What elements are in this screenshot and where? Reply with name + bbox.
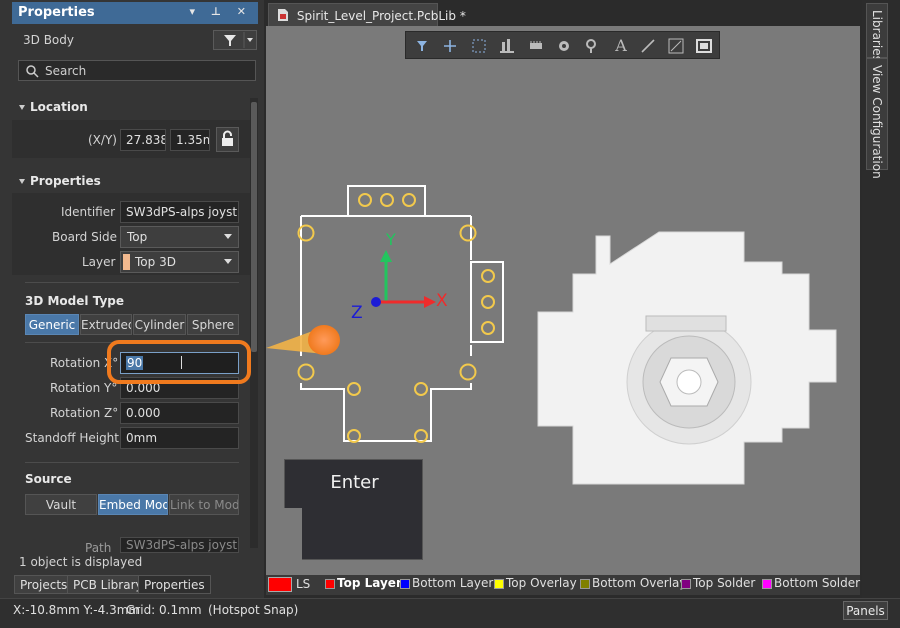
path-field[interactable]: SW3dPS-alps joystick	[120, 537, 239, 553]
filter-button[interactable]	[213, 30, 257, 50]
board-side-value: Top	[127, 230, 148, 244]
crosshair-tool-icon[interactable]	[440, 36, 460, 56]
model-type-generic[interactable]: Generic	[25, 314, 79, 335]
keypress-label: Enter	[330, 472, 379, 493]
cone-pointer-tip	[308, 325, 340, 355]
filter-icon	[224, 32, 253, 48]
cursor-coordinates: X:-10.8mm Y:-4.3mm	[13, 603, 141, 617]
via-tool-icon[interactable]	[582, 36, 602, 56]
document-tab[interactable]: Spirit_Level_Project.PcbLib *	[268, 3, 466, 26]
object-kind-label: 3D Body	[23, 33, 74, 47]
lock-position-button[interactable]	[216, 127, 239, 152]
chevron-down-icon	[224, 259, 232, 264]
rotation-z-field[interactable]: 0.000	[120, 402, 239, 424]
search-box[interactable]: Search	[18, 60, 256, 81]
layer-set-ls[interactable]: LS	[296, 577, 310, 591]
pcblib-file-icon	[278, 9, 288, 21]
keypress-overlay: Enter	[284, 459, 423, 561]
layer-tab-top-overlay[interactable]: Top Overlay	[490, 576, 577, 593]
layer-value: Top 3D	[135, 255, 176, 269]
layer-color-swatch	[123, 254, 130, 270]
align-tool-icon[interactable]	[497, 36, 517, 56]
dimension-tool-icon[interactable]	[666, 36, 686, 56]
source-link-to-model[interactable]: Link to Mode	[169, 494, 239, 515]
document-tab-label: Spirit_Level_Project.PcbLib *	[296, 9, 466, 23]
panels-button[interactable]: Panels	[843, 601, 888, 620]
panel-header-icons[interactable]: ▾ ⊥ ✕	[190, 5, 252, 18]
tab-properties[interactable]: Properties	[138, 575, 211, 594]
layer-select[interactable]: Top 3D	[120, 251, 239, 273]
model-type-cylinder[interactable]: Cylinder	[133, 314, 186, 335]
model-type-extruded[interactable]: Extruded	[80, 314, 132, 335]
region-tool-icon[interactable]	[694, 36, 714, 56]
axis-gizmo	[371, 250, 436, 308]
snap-mode: (Hotspot Snap)	[208, 603, 299, 617]
libraries-side-tab[interactable]: Libraries	[866, 3, 888, 62]
standoff-height-label: Standoff Height	[25, 431, 119, 445]
3d-body-render	[537, 231, 837, 485]
pad-tool-icon[interactable]	[554, 36, 574, 56]
panel-scrollbar-thumb[interactable]	[251, 102, 257, 352]
identifier-label: Identifier	[61, 205, 116, 219]
layer-tab-top-solder[interactable]: Top Solder	[677, 576, 755, 593]
current-layer-color[interactable]	[268, 577, 292, 592]
panel-title-bar: Properties ▾ ⊥ ✕	[12, 2, 258, 24]
standoff-height-field[interactable]: 0mm	[120, 427, 239, 449]
pcb-editor-canvas[interactable]: Y X Z Enter	[266, 26, 860, 575]
select-rect-tool-icon[interactable]	[469, 36, 489, 56]
text-tool-icon[interactable]: A	[611, 36, 631, 56]
x-position-field[interactable]: 27.838	[120, 129, 166, 151]
axis-z-label: Z	[351, 303, 363, 323]
board-side-select[interactable]: Top	[120, 226, 239, 248]
location-section-header[interactable]: Location	[19, 100, 88, 114]
filter-tool-icon[interactable]	[412, 36, 432, 56]
tab-pcb-library[interactable]: PCB Library	[67, 575, 149, 594]
unlock-icon	[222, 130, 233, 146]
chevron-down-icon	[224, 234, 232, 239]
axis-x-label: X	[436, 291, 448, 311]
layer-tab-bottom-layer[interactable]: Bottom Layer	[396, 576, 493, 593]
model-type-sphere[interactable]: Sphere	[187, 314, 239, 335]
properties-section-header[interactable]: Properties	[19, 174, 101, 188]
highlight-annotation	[107, 340, 251, 384]
layer-label: Layer	[82, 255, 116, 269]
grid-size: Grid: 0.1mm	[126, 603, 202, 617]
footprint-outline	[300, 185, 504, 442]
view-configuration-side-tab[interactable]: View Configuration	[866, 58, 888, 179]
tab-projects[interactable]: Projects	[14, 575, 74, 594]
objects-displayed-status: 1 object is displayed	[19, 555, 143, 569]
y-position-field[interactable]: 1.35m	[170, 129, 210, 151]
board-side-label: Board Side	[52, 230, 118, 244]
source-embed-model[interactable]: Embed Mode	[98, 494, 168, 515]
identifier-field[interactable]: SW3dPS-alps joystick	[120, 201, 239, 223]
active-bar-toolbar: A	[405, 31, 720, 59]
search-icon	[26, 65, 39, 78]
axis-y-label: Y	[386, 230, 396, 249]
line-tool-icon[interactable]	[638, 36, 658, 56]
source-vault[interactable]: Vault	[25, 494, 97, 515]
search-placeholder: Search	[45, 64, 87, 78]
model-type-header: 3D Model Type	[25, 294, 125, 308]
layer-tab-bottom-solder[interactable]: Bottom Solder	[758, 576, 860, 593]
rotation-z-label: Rotation Z°	[50, 406, 119, 420]
divider	[25, 282, 239, 283]
footprint-pads	[297, 193, 495, 443]
component-tool-icon[interactable]	[526, 36, 546, 56]
xy-label: (X/Y)	[88, 133, 117, 147]
divider	[25, 462, 239, 463]
source-header: Source	[25, 472, 72, 486]
layer-tab-top-layer[interactable]: Top Layer	[321, 576, 402, 593]
panel-title: Properties	[18, 5, 95, 20]
layer-tab-bottom-overlay[interactable]: Bottom Overlay	[576, 576, 686, 593]
